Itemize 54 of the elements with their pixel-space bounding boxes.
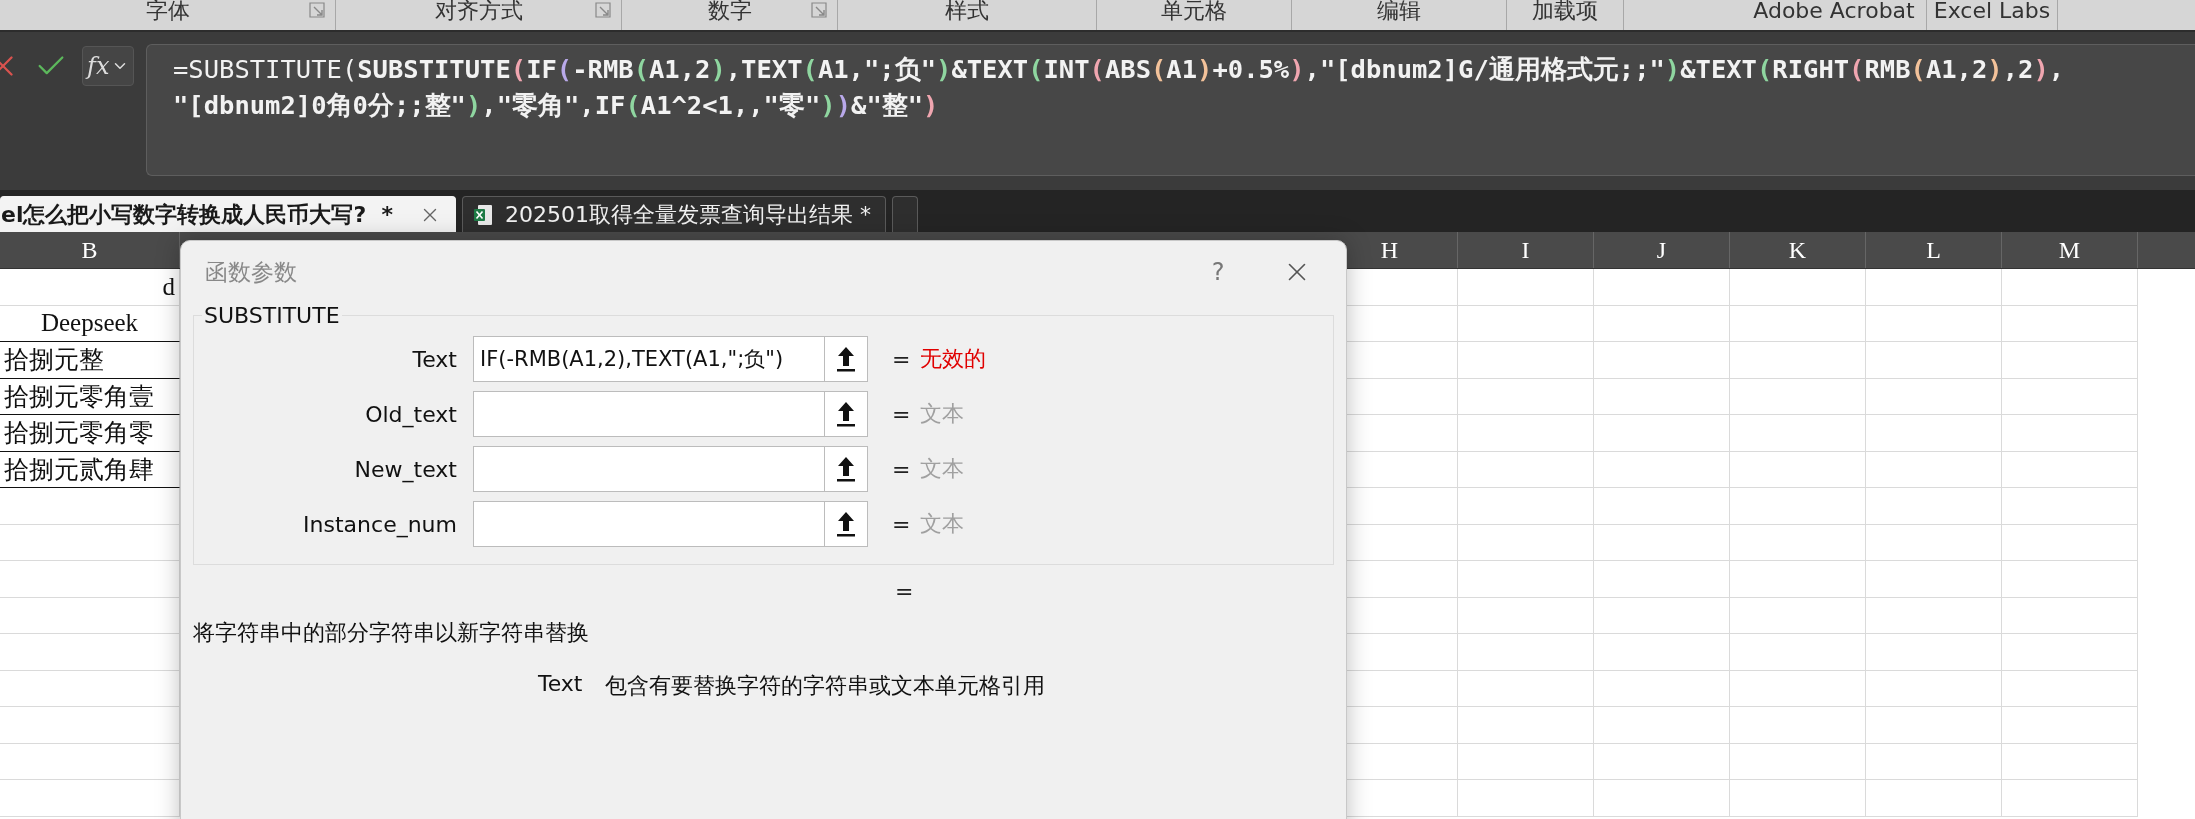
equals-sign: = — [892, 346, 908, 372]
spreadsheet-icon — [473, 203, 494, 226]
argument-field[interactable] — [473, 446, 824, 492]
argument-field[interactable]: IF(-RMB(A1,2),TEXT(A1,";负") — [473, 336, 824, 382]
column-header[interactable]: K — [1730, 232, 1866, 268]
dialog-launcher-icon[interactable] — [595, 2, 611, 18]
function-description: 将字符串中的部分字符串以新字符串替换 — [193, 619, 590, 647]
column-header[interactable]: J — [1594, 232, 1730, 268]
equals-sign: = — [895, 578, 911, 604]
argument-result: 文本 — [920, 455, 964, 483]
ribbon-group-label: 单元格 — [1161, 0, 1227, 22]
document-tab[interactable] — [892, 196, 919, 232]
upload-icon — [836, 455, 856, 483]
argument-result: 文本 — [920, 510, 964, 538]
document-tab[interactable]: 202501取得全量发票查询导出结果 * — [462, 196, 887, 232]
upload-icon — [836, 400, 856, 428]
equals-sign: = — [892, 401, 908, 427]
collapse-dialog-button[interactable] — [824, 446, 868, 492]
argument-result: 文本 — [920, 400, 964, 428]
column-header[interactable]: M — [2002, 232, 2138, 268]
formula-field[interactable]: =SUBSTITUTE(SUBSTITUTE(IF(-RMB(A1,2),TEXT(A1,";负")&TEXT(INT(ABS(A1)+0.5%),"[dbnum2]G/通用格式元;;")&TEXT(RIGHT(RMB(A1,2),2), "[dbnum2]0角0分;;整"),"零角",IF(A1^2<1,,"零"))&"整") — [146, 44, 2195, 176]
argument-field[interactable] — [473, 391, 824, 437]
dialog-launcher-icon[interactable] — [309, 2, 325, 18]
dialog-launcher-icon[interactable] — [811, 2, 827, 18]
ribbon-group-label: 样式 — [945, 0, 989, 22]
argument-label: New_text — [353, 456, 457, 482]
collapse-dialog-button[interactable] — [824, 336, 868, 382]
help-button[interactable]: ? — [1188, 257, 1248, 287]
ribbon-group-label: 加载项 — [1532, 0, 1598, 22]
equals-sign: = — [892, 511, 908, 537]
argument-field[interactable] — [473, 501, 824, 547]
dialog-title: 函数参数 — [205, 257, 298, 287]
argument-name: Text — [538, 671, 583, 698]
ribbon-group-label: 对齐方式 — [434, 0, 523, 22]
function-name: SUBSTITUTE — [203, 303, 341, 328]
upload-icon — [836, 345, 856, 373]
ribbon-group-label: 字体 — [145, 0, 190, 22]
upload-icon — [836, 510, 856, 538]
equals-sign: = — [892, 456, 908, 482]
collapse-dialog-button[interactable] — [824, 391, 868, 437]
argument-label: Text — [411, 346, 457, 372]
insert-function-button[interactable]: fx — [82, 46, 135, 86]
ribbon-group-label: Adobe Acrobat — [1753, 0, 1915, 22]
column-header[interactable]: I — [1458, 232, 1594, 268]
collapse-dialog-button[interactable] — [824, 501, 868, 547]
column-header[interactable]: L — [1866, 232, 2002, 268]
argument-label: Instance_num — [302, 511, 457, 537]
ribbon-group-label: 数字 — [707, 0, 752, 22]
argument-label: Old_text — [364, 401, 457, 427]
ribbon-group-label: Excel Labs — [1933, 0, 2051, 22]
ribbon-group-label: 编辑 — [1377, 0, 1421, 22]
argument-result: 无效的 — [920, 345, 986, 373]
argument-description: 包含有要替换字符的字符串或文本单元格引用 — [604, 672, 1045, 700]
document-tab[interactable]: el怎么把小写数字转换成人民币大写? * — [0, 196, 457, 232]
